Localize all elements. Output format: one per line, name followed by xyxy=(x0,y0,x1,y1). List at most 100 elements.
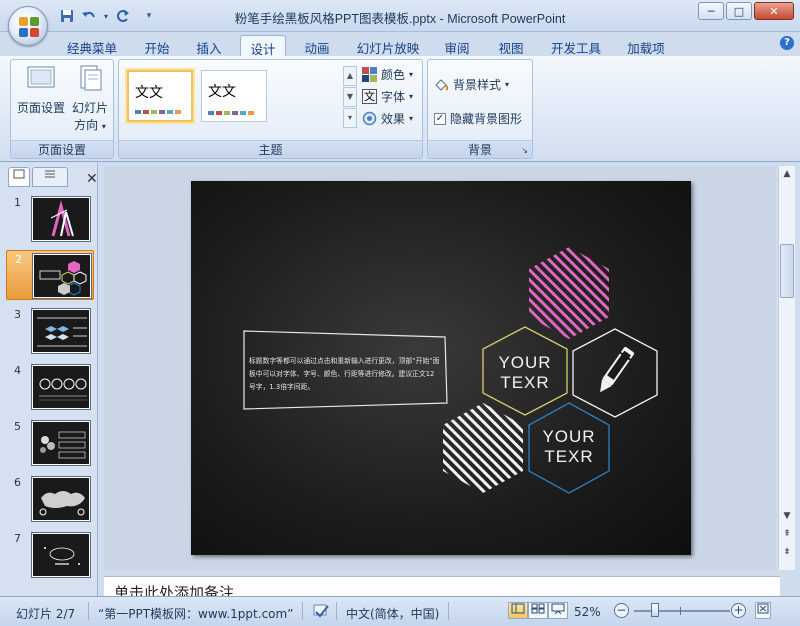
chevron-down-icon: ▾ xyxy=(409,114,414,123)
checkbox-checked-icon[interactable]: ✓ xyxy=(434,112,446,125)
themes-gallery-scroll[interactable]: ▲ ▼ ▾ xyxy=(343,66,357,128)
tab-insert[interactable]: 插入 xyxy=(188,35,230,56)
tab-slide-show[interactable]: 幻灯片放映 xyxy=(350,35,426,56)
page-setup-button[interactable]: 页面设置 xyxy=(15,64,67,116)
background-styles-button[interactable]: 背景样式 ▾ xyxy=(434,76,509,93)
tab-add-ins[interactable]: 加载项 xyxy=(620,35,672,56)
white-striped-hexagon xyxy=(443,403,523,493)
slides-tab[interactable] xyxy=(8,167,30,187)
normal-view-button[interactable] xyxy=(508,602,528,619)
fit-to-window-button[interactable] xyxy=(755,602,771,619)
close-panel-icon[interactable]: ✕ xyxy=(86,171,98,187)
slide-number: 2 xyxy=(15,253,22,266)
zoom-slider-track[interactable] xyxy=(634,610,730,612)
slide-number: 1 xyxy=(14,196,21,209)
slides-tab-icon xyxy=(13,169,25,179)
hexagon-text-2-line-1: YOUR xyxy=(542,427,596,446)
notes-pane[interactable]: 单击此处添加备注 xyxy=(104,576,780,596)
panel-tabs: ✕ xyxy=(6,167,98,189)
slide-number: 3 xyxy=(14,308,21,321)
tab-classic-menu[interactable]: 经典菜单 xyxy=(60,35,124,56)
help-icon[interactable]: ? xyxy=(780,36,794,50)
minimize-button[interactable]: ─ xyxy=(698,2,724,20)
scroll-thumb[interactable] xyxy=(780,244,794,298)
ribbon: 页面设置 幻灯片 方向 ▾ 页面设置 文文 文文 ▲ ▼ ▾ 颜色 ▾ 文 字体… xyxy=(0,56,800,162)
zoom-slider-handle[interactable] xyxy=(651,603,660,617)
tab-review[interactable]: 审阅 xyxy=(436,35,478,56)
hide-background-graphics-label: 隐藏背景图形 xyxy=(450,112,523,126)
maximize-button[interactable]: □ xyxy=(726,2,752,20)
close-button[interactable]: ✕ xyxy=(754,2,794,20)
notes-placeholder: 单击此处添加备注 xyxy=(114,584,235,596)
theme-thumbnail-2-text: 文文 xyxy=(208,84,236,100)
slide-orientation-label-1: 幻灯片 xyxy=(71,101,108,115)
theme-thumbnail-1-colors xyxy=(135,110,181,114)
theme-thumbnail-1[interactable]: 文文 xyxy=(127,70,193,122)
tab-animations[interactable]: 动画 xyxy=(296,35,338,56)
slide-thumbnail-7[interactable]: 7 xyxy=(6,530,94,580)
theme-colors-button[interactable]: 颜色 ▾ xyxy=(362,66,413,83)
vertical-scrollbar[interactable]: ▲ ▼ ⇞ ⇟ xyxy=(778,166,795,570)
outline-tab[interactable] xyxy=(32,167,68,187)
theme-fonts-label: 字体 xyxy=(381,90,406,104)
themes-group: 文文 文文 ▲ ▼ ▾ 颜色 ▾ 文 字体 ▾ 效果 ▾ 主题 xyxy=(118,59,423,159)
gallery-up-icon[interactable]: ▲ xyxy=(343,66,357,86)
slide-thumbnail-3[interactable]: 3 xyxy=(6,306,94,356)
hexagon-text-1[interactable]: YOUR TEXR xyxy=(493,353,557,393)
slide-thumbnail-4[interactable]: 4 xyxy=(6,362,94,412)
theme-effects-button[interactable]: 效果 ▾ xyxy=(362,110,413,127)
tab-view[interactable]: 视图 xyxy=(490,35,532,56)
slide-thumbnail-6[interactable]: 6 xyxy=(6,474,94,524)
language-indicator[interactable]: 中文(简体，中国) xyxy=(346,605,439,622)
previous-slide-icon[interactable]: ⇞ xyxy=(780,526,794,542)
gallery-down-icon[interactable]: ▼ xyxy=(343,87,357,107)
current-slide[interactable]: 标题数字等都可以通过点击和重新输入进行更改，顶部“开始”面板中可以对字体、字号、… xyxy=(191,181,691,555)
slide-number: 4 xyxy=(14,364,21,377)
hide-background-graphics-checkbox[interactable]: ✓ 隐藏背景图形 xyxy=(434,110,522,127)
spell-check-icon[interactable] xyxy=(312,603,330,622)
window-controls: ─ □ ✕ xyxy=(698,2,794,20)
hexagon-text-2[interactable]: YOUR TEXR xyxy=(537,427,601,467)
hexagon-text-1-line-2: TEXR xyxy=(500,373,550,392)
slide-thumbnail-2[interactable]: 2 xyxy=(6,250,94,300)
slide-body-text[interactable]: 标题数字等都可以通过点击和重新输入进行更改，顶部“开始”面板中可以对字体、字号、… xyxy=(249,355,441,394)
slide-show-button[interactable] xyxy=(548,602,568,619)
slide-preview xyxy=(32,253,92,299)
paint-bucket-icon xyxy=(435,79,449,91)
color-palette-icon xyxy=(362,67,377,82)
tab-developer[interactable]: 开发工具 xyxy=(544,35,608,56)
dialog-launcher-icon[interactable]: ↘ xyxy=(521,146,528,155)
slide-preview xyxy=(31,476,91,522)
title-bar: ▾ ▾ 粉笔手绘黑板风格PPT图表模板.pptx - Microsoft Pow… xyxy=(0,0,800,32)
background-group-label: 背景 xyxy=(428,140,532,158)
slide-thumbnail-1[interactable]: 1 xyxy=(6,194,94,244)
slide-preview xyxy=(31,196,91,242)
zoom-center-mark xyxy=(680,607,681,615)
next-slide-icon[interactable]: ⇟ xyxy=(780,544,794,560)
theme-thumbnail-2[interactable]: 文文 xyxy=(201,70,267,122)
theme-name[interactable]: “第一PPT模板网：www.1ppt.com” xyxy=(98,605,293,622)
pencil-icon xyxy=(600,347,635,393)
slide-sorter-button[interactable] xyxy=(528,602,548,619)
slide-orientation-label-2: 方向 ▾ xyxy=(74,118,106,132)
slide-preview xyxy=(31,420,91,466)
scroll-down-icon[interactable]: ▼ xyxy=(780,508,794,524)
office-button[interactable] xyxy=(8,6,48,46)
slide-preview xyxy=(31,532,91,578)
zoom-out-icon[interactable]: − xyxy=(614,603,629,618)
theme-fonts-icon: 文 xyxy=(362,89,377,104)
page-setup-group: 页面设置 幻灯片 方向 ▾ 页面设置 xyxy=(10,59,114,159)
zoom-in-icon[interactable]: + xyxy=(731,603,746,618)
outline-tab-icon xyxy=(45,170,55,178)
tab-design[interactable]: 设计 xyxy=(240,35,286,57)
slide-orientation-button[interactable]: 幻灯片 方向 ▾ xyxy=(69,64,111,133)
slide-show-icon xyxy=(551,603,565,615)
gallery-more-icon[interactable]: ▾ xyxy=(343,108,357,128)
slide-orientation-icon xyxy=(80,65,102,91)
theme-fonts-button[interactable]: 文 字体 ▾ xyxy=(362,88,413,105)
scroll-up-icon[interactable]: ▲ xyxy=(780,166,794,182)
tab-home[interactable]: 开始 xyxy=(136,35,178,56)
theme-effects-label: 效果 xyxy=(381,112,406,126)
zoom-level[interactable]: 52% xyxy=(574,605,601,619)
slide-thumbnail-5[interactable]: 5 xyxy=(6,418,94,468)
